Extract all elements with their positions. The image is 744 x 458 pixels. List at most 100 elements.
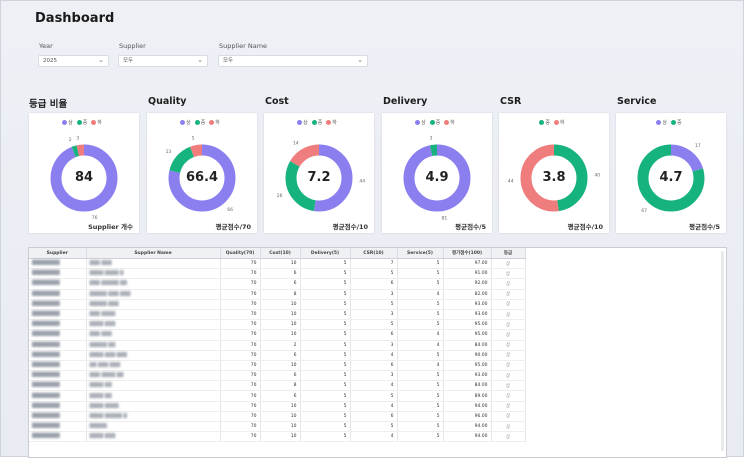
slice-label: 66 <box>227 207 233 213</box>
table-row[interactable]: ████████ ▓▓▓▓▓ 70 10 5 5 5 94.00 상 <box>29 421 526 433</box>
table-cell: 6 <box>350 278 398 290</box>
table-cell: ▓▓ ▓▓▓ ▓▓▓ <box>86 360 221 372</box>
vertical-scrollbar[interactable] <box>721 251 724 451</box>
table-cell: 5 <box>300 340 351 351</box>
table-cell: 5 <box>397 390 444 402</box>
column-header[interactable]: Supplier Name <box>86 248 221 259</box>
column-header[interactable]: Supplier <box>29 248 87 259</box>
table-cell: 10 <box>260 360 301 372</box>
table-cell: 상 <box>491 431 526 443</box>
table-cell: 95.00 <box>443 329 492 341</box>
chevron-down-icon: ⌄ <box>197 56 203 64</box>
table-row[interactable]: ████████ ▓▓▓▓▓ ▓▓▓ 70 10 5 5 5 93.00 상 <box>29 299 526 310</box>
table-cell: 2 <box>260 340 301 351</box>
table-cell: 6 <box>350 329 398 341</box>
table-cell: 3 <box>350 309 398 321</box>
table-row[interactable]: ████████ ▓▓▓▓▓ ▓▓▓ ▓▓▓ 70 8 5 3 4 82.00 상 <box>29 289 526 300</box>
table-cell: ████████ <box>29 380 87 392</box>
cost-title: Cost <box>265 96 289 107</box>
table-cell: 상 <box>491 370 526 382</box>
column-header[interactable]: 등급 <box>491 248 526 259</box>
csr-card[interactable]: 중 하 40 44 3.8 평균점수/10 <box>499 113 609 233</box>
table-cell: 3 <box>350 289 398 300</box>
table-cell: 70 <box>220 350 261 361</box>
table-cell: 상 <box>491 421 526 433</box>
table-cell: 5 <box>300 289 351 300</box>
table-cell: 70 <box>220 340 261 351</box>
supplier-value: 모두 <box>123 58 134 64</box>
table-cell: ████████ <box>29 411 87 423</box>
table-cell: 94.00 <box>443 421 492 433</box>
table-row[interactable]: ████████ ▓▓▓▓ ▓▓ 70 6 5 5 5 89.00 상 <box>29 390 526 402</box>
table-row[interactable]: ████████ ▓▓▓ ▓▓▓▓▓ ▓▓ 70 6 5 6 5 92.00 상 <box>29 278 526 290</box>
table-cell: ████████ <box>29 390 87 402</box>
table-row[interactable]: ████████ ▓▓▓▓ ▓▓▓▓ 70 10 5 4 5 94.00 상 <box>29 401 526 412</box>
column-header[interactable]: Quality(70) <box>220 248 261 259</box>
table-cell: 70 <box>220 329 261 341</box>
table-cell: 5 <box>300 370 351 382</box>
table-cell: ████████ <box>29 309 87 321</box>
supplier-name-filter-label: Supplier Name <box>219 42 268 50</box>
supplier-dropdown[interactable]: 모두 ⌄ <box>118 55 208 67</box>
table-row[interactable]: ████████ ▓▓▓ ▓▓▓ 70 10 5 6 4 95.00 상 <box>29 329 526 341</box>
table-row[interactable]: ████████ ▓▓▓ ▓▓▓ 70 10 5 7 5 97.00 상 <box>29 258 526 270</box>
table-cell: 70 <box>220 309 261 321</box>
table-row[interactable]: ████████ ▓▓ ▓▓▓ ▓▓▓ 70 10 5 6 4 95.00 상 <box>29 360 526 372</box>
table-cell: 70 <box>220 431 261 443</box>
table-row[interactable]: ████████ ▓▓▓▓ ▓▓▓ 70 10 5 5 5 95.00 상 <box>29 319 526 331</box>
table-cell: 94.00 <box>443 431 492 443</box>
cost-card[interactable]: 상 중 하 44 26 14 7.2 평균점수/10 <box>264 113 374 233</box>
table-cell: 상 <box>491 390 526 402</box>
table-cell: 5 <box>397 319 444 331</box>
table-row[interactable]: ████████ ▓▓▓▓ ▓▓▓ 70 10 5 4 5 94.00 상 <box>29 431 526 443</box>
table-row[interactable]: ████████ ▓▓▓▓ ▓▓ 70 8 5 4 5 84.00 상 <box>29 380 526 392</box>
table-row[interactable]: ████████ ▓▓▓▓ ▓▓▓▓▓ ▓ 70 10 5 6 5 96.00 상 <box>29 411 526 423</box>
table-cell: 70 <box>220 360 261 372</box>
table-cell: ████████ <box>29 329 87 341</box>
table-row[interactable]: ████████ ▓▓▓▓▓ ▓▓ 70 2 5 3 4 84.00 상 <box>29 340 526 351</box>
table-cell: 4 <box>397 289 444 300</box>
table-cell: 96.00 <box>443 411 492 423</box>
column-header[interactable]: 평가점수(100) <box>443 248 492 259</box>
table-cell: 4 <box>397 329 444 341</box>
table-row[interactable]: ████████ ▓▓▓ ▓▓▓▓ ▓▓ 70 6 5 3 5 93.00 상 <box>29 370 526 382</box>
table-cell: ████████ <box>29 370 87 382</box>
quality-card[interactable]: 상 중 하 66 13 5 66.4 평균점수/70 <box>147 113 257 233</box>
table-row[interactable]: ████████ ▓▓▓▓ ▓▓▓▓ ▓ 70 6 5 5 5 91.00 상 <box>29 268 526 280</box>
table-row[interactable]: ████████ ▓▓▓▓ ▓▓▓ ▓▓▓ 70 6 5 4 5 90.00 상 <box>29 350 526 361</box>
table-cell: 10 <box>260 258 301 270</box>
supplier-name-dropdown[interactable]: 모두 ⌄ <box>218 55 368 67</box>
slice-label: 3 <box>76 135 79 141</box>
table-cell: 상 <box>491 299 526 310</box>
table-cell: 82.00 <box>443 289 492 300</box>
column-header[interactable]: Delivery(5) <box>300 248 351 259</box>
table-cell: 5 <box>397 268 444 280</box>
slice-label: 81 <box>442 216 448 222</box>
table-cell: 5 <box>300 309 351 321</box>
column-header[interactable]: Service(5) <box>397 248 444 259</box>
table-cell: ████████ <box>29 401 87 412</box>
table-cell: 70 <box>220 380 261 392</box>
table-cell: ▓▓▓▓▓ ▓▓ <box>86 340 221 351</box>
service-card[interactable]: 상 중 17 67 4.7 평균점수/5 <box>616 113 726 233</box>
delivery-card[interactable]: 상 중 하 81 3 4.9 평균점수/5 <box>382 113 492 233</box>
table-cell: 6 <box>260 278 301 290</box>
column-header[interactable]: CSR(10) <box>350 248 398 259</box>
table-cell: ▓▓▓▓ ▓▓ <box>86 380 221 392</box>
table-cell: 3 <box>350 340 398 351</box>
table-cell: 4 <box>350 350 398 361</box>
year-dropdown[interactable]: 2025 ⌄ <box>38 55 109 67</box>
column-header[interactable]: Cost(10) <box>260 248 301 259</box>
table-cell: 5 <box>300 431 351 443</box>
table-cell: 상 <box>491 289 526 300</box>
slice-label: 3 <box>430 135 433 141</box>
grade-ratio-card[interactable]: 상 중 하 76 2 3 84 Supplier 개수 <box>29 113 139 233</box>
table-cell: 70 <box>220 268 261 280</box>
table-cell: 상 <box>491 258 526 270</box>
table-row[interactable]: ████████ ▓▓▓ ▓▓▓▓ 70 10 5 3 5 93.00 상 <box>29 309 526 321</box>
table-cell: 5 <box>397 421 444 433</box>
supplier-table: Supplier Supplier Name Quality(70) Cost(10)… <box>29 248 526 443</box>
table-cell: 상 <box>491 380 526 392</box>
table-cell: 4 <box>397 360 444 372</box>
center-value: 7.2 <box>307 170 331 185</box>
